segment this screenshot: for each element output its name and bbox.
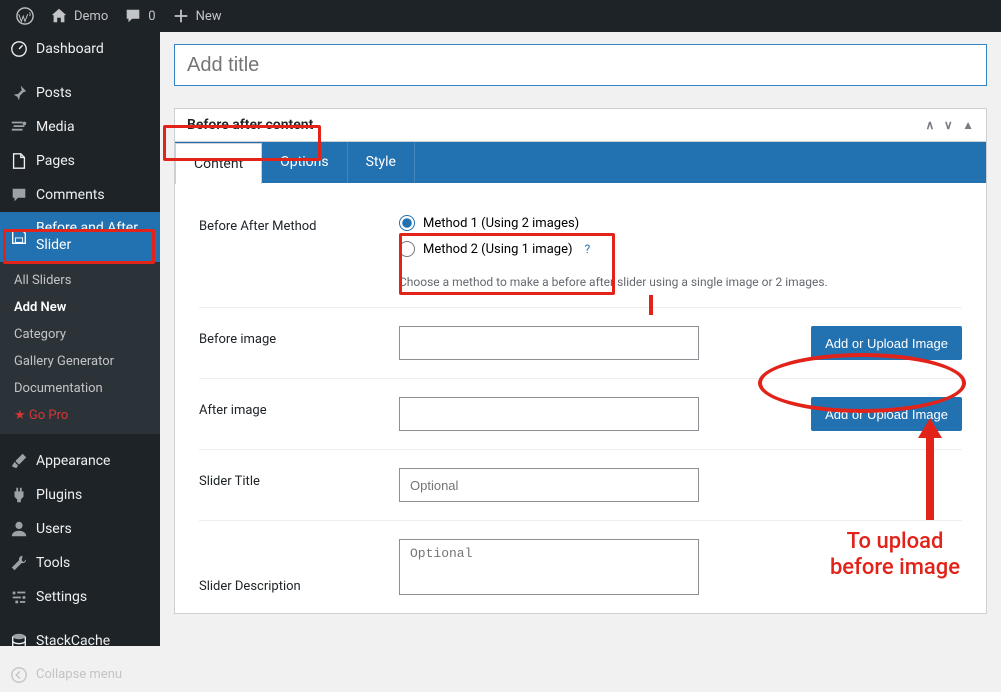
comment-icon	[124, 7, 142, 25]
radio-method-1[interactable]: Method 1 (Using 2 images)	[399, 213, 962, 233]
admin-sidebar: Dashboard Posts Media Pages Comments Bef…	[0, 32, 160, 646]
sidebar-item-plugins[interactable]: Plugins	[0, 478, 160, 512]
sidebar-item-media[interactable]: Media	[0, 110, 160, 144]
tab-style[interactable]: Style	[348, 142, 415, 183]
metabox-before-after: Before after content ∧ ∨ ▲ Content Optio…	[174, 108, 987, 614]
move-up-icon[interactable]: ∧	[926, 118, 935, 132]
tab-panel-content: Before After Method Method 1 (Using 2 im…	[175, 183, 986, 613]
brush-icon	[10, 452, 28, 470]
admin-toolbar: Demo 0 New	[0, 0, 1001, 32]
after-image-input[interactable]	[399, 397, 699, 431]
tab-options[interactable]: Options	[262, 142, 347, 183]
move-down-icon[interactable]: ∨	[944, 118, 953, 132]
sidebar-item-users[interactable]: Users	[0, 512, 160, 546]
site-name: Demo	[74, 9, 108, 24]
home-icon	[50, 7, 68, 25]
stack-icon	[10, 632, 28, 650]
sidebar-item-comments[interactable]: Comments	[0, 178, 160, 212]
sidebar-item-dashboard[interactable]: Dashboard	[0, 32, 160, 66]
sidebar-item-pages[interactable]: Pages	[0, 144, 160, 178]
site-home[interactable]: Demo	[42, 7, 116, 25]
submenu-category[interactable]: Category	[0, 321, 160, 348]
metabox-header[interactable]: Before after content ∧ ∨ ▲	[175, 109, 986, 142]
sidebar-item-settings[interactable]: Settings	[0, 580, 160, 614]
post-title-input[interactable]	[174, 44, 987, 86]
upload-before-image-button[interactable]: Add or Upload Image	[811, 326, 962, 360]
field-label-method: Before After Method	[199, 213, 399, 234]
sidebar-item-appearance[interactable]: Appearance	[0, 444, 160, 478]
collapse-icon	[10, 666, 28, 684]
pin-icon	[10, 84, 28, 102]
radio-method-2[interactable]: Method 2 (Using 1 image)?	[399, 239, 962, 259]
metabox-tabs: Content Options Style	[175, 142, 986, 183]
slider-title-input[interactable]	[399, 468, 699, 502]
field-label-after-image: After image	[199, 397, 399, 418]
comments-icon	[10, 186, 28, 204]
submenu-gallery-generator[interactable]: Gallery Generator	[0, 348, 160, 375]
method-description: Choose a method to make a before after s…	[399, 275, 962, 289]
field-label-slider-title: Slider Title	[199, 468, 399, 489]
sidebar-item-tools[interactable]: Tools	[0, 546, 160, 580]
user-icon	[10, 520, 28, 538]
submenu-add-new[interactable]: Add New	[0, 294, 160, 321]
sidebar-item-stackcache[interactable]: StackCache	[0, 624, 160, 658]
toggle-icon[interactable]: ▲	[962, 118, 974, 132]
submenu-go-pro[interactable]: ★ Go Pro	[0, 402, 160, 429]
plugin-icon	[10, 486, 28, 504]
field-label-before-image: Before image	[199, 326, 399, 347]
media-icon	[10, 118, 28, 136]
sidebar-item-posts[interactable]: Posts	[0, 76, 160, 110]
pages-icon	[10, 152, 28, 170]
radio-method-1-input[interactable]	[399, 215, 415, 231]
wrench-icon	[10, 554, 28, 572]
settings-icon	[10, 588, 28, 606]
disk-icon	[10, 228, 28, 246]
sidebar-submenu: All Sliders Add New Category Gallery Gen…	[0, 262, 160, 434]
metabox-title: Before after content	[187, 117, 313, 133]
help-icon[interactable]: ?	[585, 242, 591, 256]
main-content: Before after content ∧ ∨ ▲ Content Optio…	[160, 32, 1001, 646]
new-content[interactable]: New	[164, 7, 230, 25]
submenu-all-sliders[interactable]: All Sliders	[0, 267, 160, 294]
plus-icon	[172, 7, 190, 25]
field-label-slider-description: Slider Description	[199, 539, 399, 594]
wp-logo[interactable]	[8, 7, 42, 25]
before-image-input[interactable]	[399, 326, 699, 360]
comments-count[interactable]: 0	[116, 7, 163, 25]
slider-description-input[interactable]	[399, 539, 699, 595]
tab-content[interactable]: Content	[175, 143, 262, 184]
submenu-documentation[interactable]: Documentation	[0, 375, 160, 402]
dashboard-icon	[10, 40, 28, 58]
radio-method-2-input[interactable]	[399, 241, 415, 257]
metabox-controls: ∧ ∨ ▲	[920, 117, 974, 133]
sidebar-item-before-after-slider[interactable]: Before and After Slider	[0, 212, 160, 262]
collapse-menu[interactable]: Collapse menu	[0, 658, 160, 692]
upload-after-image-button[interactable]: Add or Upload Image	[811, 397, 962, 431]
